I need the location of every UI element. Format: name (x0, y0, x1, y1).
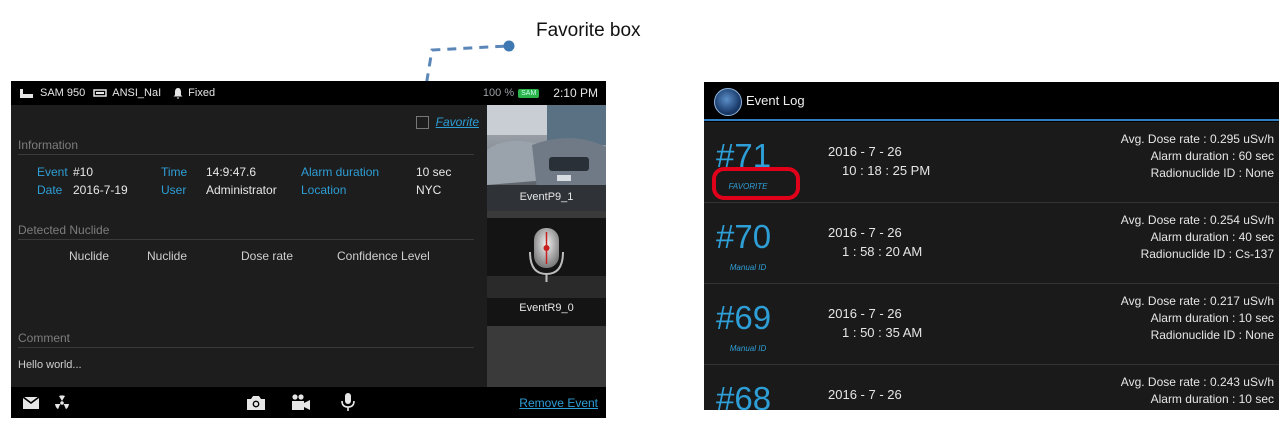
event-date: 2016 - 7 - 26 (828, 225, 902, 240)
event-number: #70 (716, 218, 772, 255)
location-label: Location (301, 183, 347, 197)
user-label: User (161, 183, 187, 197)
mode-label: Fixed (188, 87, 216, 99)
event-time: 10 : 18 : 25 PM (842, 163, 931, 178)
camera-icon[interactable] (247, 396, 265, 410)
dose-rate-column: Dose rate (241, 249, 294, 263)
event-time: 1 : 50 : 35 AM (842, 325, 923, 340)
event-details: Avg. Dose rate : 0.295 uSv/h Alarm durat… (1121, 131, 1274, 182)
event-alarm-duration: Alarm duration : 10 sec (1150, 311, 1274, 325)
event-tag: Manual ID (729, 263, 767, 272)
radiation-icon[interactable] (53, 394, 71, 412)
bell-icon (173, 87, 183, 99)
event-log-header: Event Log (704, 82, 1279, 119)
event-details: Avg. Dose rate : 0.217 uSv/h Alarm durat… (1121, 293, 1274, 344)
callout-label: Favorite box (536, 20, 641, 41)
date-label: Date (37, 183, 63, 197)
time-label: Time (161, 165, 188, 179)
event-value: #10 (73, 165, 94, 179)
event-date: 2016 - 7 - 26 (828, 387, 902, 402)
event-dose-rate: Avg. Dose rate : 0.217 uSv/h (1120, 294, 1274, 308)
battery-icon: SAM (518, 88, 540, 98)
photo-thumbnail[interactable]: EventP9_1 (487, 105, 606, 211)
event-label: Event (37, 165, 68, 179)
nuclide-column-1: Nuclide (69, 249, 110, 263)
location-value: NYC (416, 183, 442, 197)
video-icon[interactable] (291, 394, 311, 410)
event-details: Avg. Dose rate : 0.254 uSv/h Alarm durat… (1121, 212, 1274, 263)
event-alarm-duration: Alarm duration : 60 sec (1150, 149, 1274, 163)
event-detail-screen: SAM 950 ANSI_NaI Fixed 100 % SAM 2:10 PM… (11, 81, 606, 418)
time-value: 14:9:47.6 (206, 165, 257, 179)
comment-title: Comment (18, 331, 71, 345)
event-number: #69 (716, 299, 772, 336)
event-radionuclide: Radionuclide ID : None (1150, 328, 1274, 342)
event-tag: Manual ID (729, 344, 767, 353)
favorite-highlight-box (712, 167, 800, 200)
alarm-duration-value: 10 sec (416, 165, 452, 179)
battery-percent: 100 % (482, 87, 515, 99)
bottom-toolbar: Remove Event (11, 387, 606, 418)
nuclide-column-2: Nuclide (147, 249, 188, 263)
box-icon (20, 88, 33, 98)
alarm-duration-label: Alarm duration (301, 165, 380, 179)
event-dose-rate: Avg. Dose rate : 0.243 uSv/h (1120, 375, 1274, 389)
header-accent-line (704, 119, 1279, 121)
mail-icon[interactable] (23, 397, 39, 409)
event-dose-rate: Avg. Dose rate : 0.254 uSv/h (1120, 213, 1274, 227)
clock: 2:10 PM (553, 86, 598, 100)
event-detail-panel: Favorite Information Event #10 Time 14:9… (11, 105, 487, 387)
event-details: Avg. Dose rate : 0.243 uSv/h Alarm durat… (1121, 374, 1274, 408)
event-log-item[interactable]: #68 2016 - 7 - 26 Avg. Dose rate : 0.243… (704, 365, 1279, 410)
comment-divider (18, 347, 474, 348)
audio-thumbnail[interactable]: EventR9_0 (487, 218, 606, 326)
event-log-title: Event Log (746, 93, 805, 108)
microphone-image-icon (487, 228, 606, 298)
event-radionuclide: Radionuclide ID : Cs-137 (1140, 247, 1274, 261)
event-number: #68 (716, 380, 772, 410)
event-time: 1 : 58 : 20 AM (842, 244, 923, 259)
microphone-icon[interactable] (341, 393, 355, 412)
event-log-screen: Event Log #71 FAVORITE 2016 - 7 - 26 10 … (704, 82, 1279, 410)
favorite-row: Favorite (415, 115, 479, 129)
status-right: 100 % SAM 2:10 PM (483, 81, 598, 105)
event-radionuclide: Radionuclide ID : None (1150, 166, 1274, 180)
photo-thumbnail-label: EventP9_1 (519, 191, 574, 203)
confidence-level-column: Confidence Level (337, 249, 430, 263)
audio-thumbnail-label: EventR9_0 (519, 302, 574, 314)
information-divider (18, 154, 474, 155)
event-log-logo-icon (714, 88, 742, 116)
event-date: 2016 - 7 - 26 (828, 144, 902, 159)
detector-name: ANSI_NaI (112, 87, 162, 99)
remove-event-button[interactable]: Remove Event (519, 396, 598, 410)
detected-nuclide-title: Detected Nuclide (18, 223, 110, 237)
date-value: 2016-7-19 (73, 183, 128, 197)
event-dose-rate: Avg. Dose rate : 0.295 uSv/h (1120, 132, 1274, 146)
attachments-panel: EventP9_1 EventR9_0 (487, 105, 606, 387)
event-log-item[interactable]: #69 Manual ID 2016 - 7 - 26 1 : 50 : 35 … (704, 284, 1279, 364)
event-alarm-duration: Alarm duration : 40 sec (1150, 230, 1274, 244)
nai-icon (93, 89, 107, 97)
favorite-link[interactable]: Favorite (436, 115, 479, 129)
device-name: SAM 950 (40, 87, 86, 99)
event-log-item[interactable]: #70 Manual ID 2016 - 7 - 26 1 : 58 : 20 … (704, 203, 1279, 283)
comment-text[interactable]: Hello world... (18, 359, 82, 371)
favorite-checkbox[interactable] (415, 115, 429, 129)
user-value: Administrator (206, 183, 277, 197)
event-date: 2016 - 7 - 26 (828, 306, 902, 321)
nuclide-divider (18, 239, 474, 240)
event-alarm-duration: Alarm duration : 10 sec (1150, 392, 1274, 406)
information-title: Information (18, 138, 79, 152)
